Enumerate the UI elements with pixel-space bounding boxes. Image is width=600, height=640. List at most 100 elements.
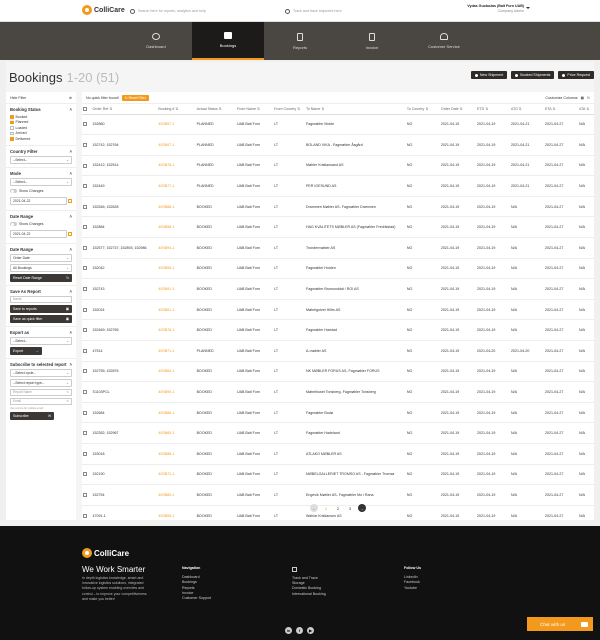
next-page-button[interactable]: →	[358, 504, 366, 512]
row-checkbox[interactable]	[83, 410, 87, 415]
subscribe-button[interactable]: Subscribe ✉	[10, 411, 54, 420]
table-row[interactable]: 152546; 152828 40SB88-1 BOOKED UAB Bait Fur…	[82, 196, 594, 218]
new-shipment-button[interactable]: New Shipment	[470, 71, 508, 79]
reset-filter-button[interactable]: ↻ Reset Filter	[121, 94, 149, 101]
column-header[interactable]: To Name ⇅	[305, 104, 406, 115]
table-row[interactable]: 152412; 152514 40SB76-1 PLANNED UAB Bait Fu…	[82, 155, 594, 177]
customize-columns-link[interactable]: Customize Columns	[545, 96, 577, 100]
row-select-cell[interactable]	[82, 422, 92, 444]
booked-shipments-button[interactable]: Booked Shipments	[511, 71, 555, 79]
footer-link[interactable]: International Booking	[292, 592, 326, 597]
nav-invoice[interactable]: Invoice	[336, 22, 408, 60]
booking-ref-link[interactable]: 40SB71-1	[157, 340, 196, 362]
status-delivered[interactable]: Delivered	[10, 136, 72, 142]
chevron-up-icon[interactable]: ˄	[70, 362, 72, 367]
booking-ref-link[interactable]: 40SB90-1	[157, 381, 196, 403]
table-row[interactable]: 152755; 152876 40SB84-1 BOOKED UAB Bait Fur…	[82, 361, 594, 383]
row-select-cell[interactable]	[82, 402, 92, 424]
report-name-input[interactable]: Name	[10, 295, 72, 303]
column-header[interactable]: Order Date ⇅	[439, 104, 477, 115]
collicare-logo[interactable]: ColliCare	[82, 5, 125, 15]
table-row[interactable]: 152743 40SB91-1 BOOKED UAB Bait Furn LT Fagmø…	[82, 278, 594, 300]
row-checkbox[interactable]	[83, 266, 87, 271]
booking-ref-link[interactable]: 40SB85-1	[157, 422, 196, 444]
hide-filter-row[interactable]: Hide Filter ⊕	[6, 92, 76, 104]
hide-filter-label[interactable]: Hide Filter	[10, 96, 26, 100]
calendar-icon[interactable]	[68, 231, 72, 236]
table-row[interactable]: 152042 40SB96-1 BOOKED UAB Bait Furn LT Fagmø…	[82, 258, 594, 280]
calendar-icon[interactable]	[68, 198, 72, 203]
chevron-up-icon[interactable]: ˄	[70, 214, 72, 219]
chevron-up-icon[interactable]: ˄	[70, 171, 72, 176]
mode-select[interactable]: --Select-- ⌄	[10, 177, 72, 186]
table-row[interactable]: 152884 40SB98-1 BOOKED UAB Bait Furn LT HAG K…	[82, 216, 594, 239]
nav-customer-service[interactable]: Customer Service	[408, 22, 480, 60]
row-checkbox[interactable]	[83, 122, 87, 127]
booking-ref-link[interactable]: 40SB97-1	[157, 114, 196, 136]
row-select-cell[interactable]	[82, 155, 92, 177]
booking-ref-link[interactable]: 40SB88-1	[157, 196, 196, 218]
table-row[interactable]: 152449 40SB77-1 PLANNED UAB Bait Furn LT PER …	[82, 175, 594, 197]
toggle-switch[interactable]	[10, 189, 17, 193]
row-select-cell[interactable]	[82, 278, 92, 300]
booking-ref-link[interactable]: 40SB72-1	[157, 464, 196, 486]
row-select-cell[interactable]	[82, 299, 92, 321]
page-2[interactable]: 2	[334, 504, 342, 512]
table-row[interactable]: 152577; 152737; 152893; 152986 40SB94-1 BO…	[82, 237, 594, 259]
row-checkbox[interactable]	[83, 348, 87, 353]
booking-ref-link[interactable]: 40SB76-1	[157, 155, 196, 177]
column-header[interactable]: Booking # ⇅	[157, 104, 196, 115]
date-range-input[interactable]: 2021-04-22	[10, 229, 67, 238]
prev-page-button[interactable]: ←	[310, 504, 318, 512]
save-to-reports-button[interactable]: Save to reports ▣	[10, 304, 72, 313]
row-checkbox[interactable]	[83, 142, 87, 147]
row-select-cell[interactable]	[82, 258, 92, 280]
column-header[interactable]: Actual Status ⇅	[195, 104, 236, 115]
export-format-select[interactable]: --Select-- ⌄	[10, 336, 72, 345]
table-row[interactable]: 152742; 152764 40SB97-1 PLANNED UAB Bait Fu…	[82, 134, 594, 156]
table-row[interactable]: S1103PCL 40SB90-1 BOOKED UAB Bait Furn LT Møb…	[82, 381, 594, 403]
footer-link[interactable]: Facebook	[404, 580, 421, 585]
page-1[interactable]: 1	[322, 504, 330, 512]
column-header[interactable]: ETA ⇅	[543, 104, 578, 115]
nav-bookings[interactable]: Bookings	[192, 22, 264, 60]
row-checkbox[interactable]	[83, 431, 87, 436]
column-header[interactable]: ATA ⇅	[577, 104, 594, 115]
row-checkbox[interactable]	[83, 184, 87, 189]
columns-icon[interactable]: ▦	[581, 96, 584, 100]
booking-ref-link[interactable]: 40SB81-1	[157, 299, 196, 321]
select-all-header[interactable]	[82, 104, 92, 115]
reset-date-range-button[interactable]: Reset Date Range ↻	[10, 273, 72, 282]
table-row[interactable]: 152860 40SB97-1 PLANNED UAB Bait Furn LT Fagm…	[82, 114, 594, 136]
date-show-changes[interactable]: Show Changes	[10, 221, 72, 228]
row-select-cell[interactable]	[82, 237, 92, 259]
subscribe-report-name-input[interactable]: Report Name ✎	[10, 388, 72, 396]
column-header[interactable]: From Name ⇅	[235, 104, 274, 115]
column-header[interactable]: From Country ⇅	[273, 104, 306, 115]
select-all-checkbox[interactable]	[83, 106, 87, 111]
booking-ref-link[interactable]: 40SB98-1	[157, 216, 196, 239]
youtube-icon[interactable]: ▶	[307, 627, 314, 634]
toggle-switch[interactable]	[10, 222, 17, 226]
chat-with-us-button[interactable]: Chat with us	[527, 617, 593, 631]
row-checkbox[interactable]	[83, 287, 87, 292]
booking-ref-link[interactable]: 40SB96-1	[157, 258, 196, 280]
row-checkbox[interactable]	[83, 451, 87, 456]
table-row[interactable]: 152190 40SB72-1 BOOKED UAB Bait Furn LT MØBEL…	[82, 464, 594, 486]
row-checkbox[interactable]	[83, 369, 87, 374]
mode-date-input[interactable]: 2021-04-22	[10, 196, 67, 205]
row-select-cell[interactable]	[82, 216, 92, 239]
save-quick-filter-button[interactable]: Save as quick filter ▣	[10, 314, 72, 323]
track-search-input[interactable]: Track and trace shipment here	[293, 9, 342, 13]
chevron-up-icon[interactable]: ˄	[70, 149, 72, 154]
row-select-cell[interactable]	[82, 175, 92, 197]
table-row[interactable]: 153018 40SB88-1 BOOKED UAB Bait Furn LT ATLAK…	[82, 443, 594, 465]
price-request-button[interactable]: Price Request	[558, 71, 594, 79]
checkbox[interactable]	[10, 120, 14, 124]
row-checkbox[interactable]	[83, 204, 87, 209]
column-header[interactable]: Order Ref ⇅	[91, 104, 158, 115]
linkedin-icon[interactable]: in	[285, 627, 292, 634]
chevron-up-icon[interactable]: ˄	[70, 289, 72, 294]
booking-ref-link[interactable]: 40SB91-1	[157, 278, 196, 300]
row-select-cell[interactable]	[82, 464, 92, 486]
